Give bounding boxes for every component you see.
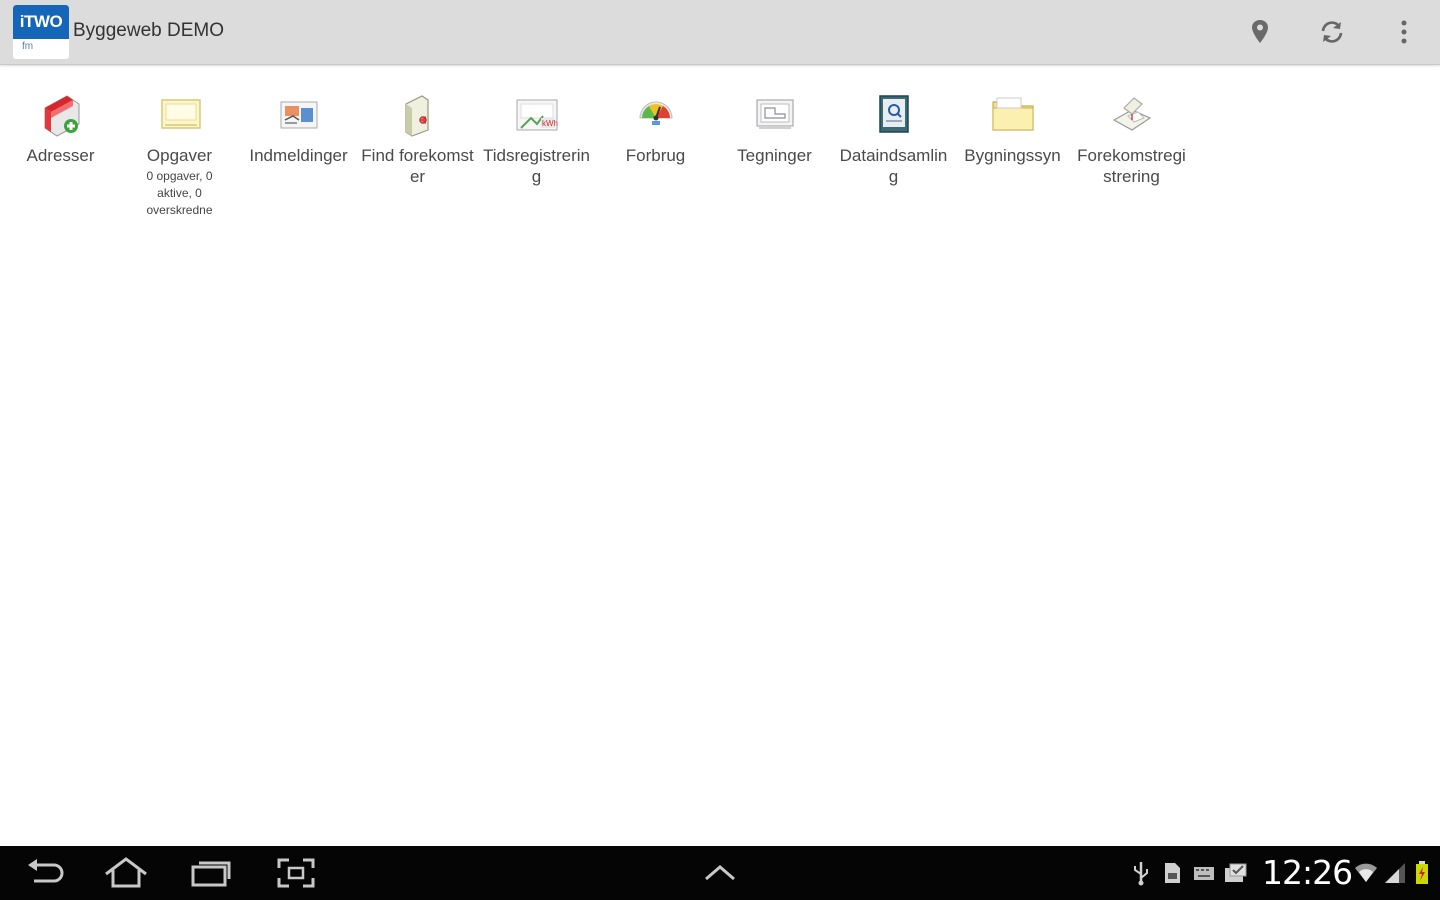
- signal-status: [1382, 860, 1408, 886]
- keyboard-icon: [1194, 867, 1214, 880]
- logo-sub-text: fm: [22, 41, 34, 52]
- home-button[interactable]: [101, 854, 151, 892]
- tile-label: Opgaver: [146, 146, 213, 165]
- usb-status: [1128, 860, 1154, 886]
- logo-brand-text: iTWO: [13, 5, 69, 39]
- tile-label: Bygningssyn: [964, 146, 1061, 165]
- app-title: Byggeweb DEMO: [73, 20, 225, 41]
- app-window: iTWO fm Byggeweb DEMO Adresser Opgaver 0…: [0, 0, 1440, 900]
- find-document-icon: [404, 95, 429, 137]
- tile-indmeldinger[interactable]: Indmeldinger: [239, 90, 358, 166]
- tile-tegninger[interactable]: Tegninger: [715, 90, 834, 166]
- reports-icon: [280, 101, 317, 129]
- recent-apps-button[interactable]: [186, 854, 236, 892]
- tile-label: Dataindsamling: [839, 146, 948, 186]
- tile-forekomstregistrering[interactable]: Forekomstregistrering: [1072, 90, 1191, 187]
- tile-forbrug[interactable]: Forbrug: [596, 90, 715, 166]
- app-logo[interactable]: iTWO fm: [13, 5, 69, 59]
- time-registration-icon: kWh: [516, 99, 558, 131]
- home-icon: [105, 857, 147, 888]
- tile-opgaver[interactable]: Opgaver 0 opgaver, 0 aktive, 0 overskred…: [120, 90, 239, 219]
- tile-label: Forbrug: [625, 146, 686, 165]
- tasks-icon: [160, 99, 201, 129]
- tile-label: Forekomstregistrering: [1077, 146, 1186, 186]
- refresh-icon: [1321, 21, 1343, 43]
- screenshot-icon: [277, 858, 315, 888]
- tile-label: Tidsregistrering: [482, 146, 591, 186]
- location-button[interactable]: [1240, 12, 1280, 52]
- overflow-menu-icon: [1401, 20, 1407, 44]
- drawings-icon: [755, 99, 794, 129]
- tile-label: Adresser: [26, 146, 95, 165]
- refresh-button[interactable]: [1312, 12, 1352, 52]
- expand-up-icon: [705, 865, 735, 881]
- back-icon: [28, 859, 64, 883]
- expand-up-button[interactable]: [695, 854, 745, 892]
- usb-icon: [1134, 862, 1148, 886]
- battery-icon: [1416, 861, 1428, 884]
- wifi-status: [1353, 860, 1379, 886]
- building-inspection-folder-icon: [991, 97, 1034, 131]
- location-pin-icon: [1252, 20, 1268, 43]
- address-book-icon: [44, 95, 79, 137]
- notification-status: [1222, 860, 1248, 886]
- tile-status-text: 0 opgaver, 0 aktive, 0 overskredne: [146, 169, 213, 217]
- system-bar: 12:26: [0, 846, 1440, 900]
- tile-adresser[interactable]: Adresser: [1, 90, 120, 166]
- tile-tidsregistrering[interactable]: kWh Tidsregistrering: [477, 90, 596, 187]
- recent-apps-icon: [191, 861, 231, 887]
- tile-label: Tegninger: [737, 146, 812, 165]
- keyboard-status: [1191, 860, 1217, 886]
- svg-text:kWh: kWh: [542, 119, 558, 128]
- tile-find-forekomster[interactable]: Find forekomster: [358, 90, 477, 187]
- screenshot-button[interactable]: [271, 854, 321, 892]
- sd-card-icon: [1165, 863, 1180, 883]
- notification-icon: [1225, 863, 1247, 882]
- tile-bygningssyn[interactable]: Bygningssyn: [953, 90, 1072, 166]
- battery-status: [1409, 860, 1435, 886]
- signal-icon: [1385, 863, 1405, 883]
- action-bar: iTWO fm Byggeweb DEMO: [0, 0, 1440, 65]
- tile-label: Find forekomster: [361, 146, 474, 186]
- data-collection-icon: [878, 95, 909, 133]
- overflow-menu-button[interactable]: [1384, 12, 1424, 52]
- occurrence-registration-icon: [1112, 97, 1151, 131]
- consumption-gauge-icon: [638, 101, 673, 125]
- sd-card-status: [1159, 860, 1185, 886]
- status-clock: 12:26: [1262, 853, 1353, 892]
- wifi-icon: [1355, 863, 1377, 882]
- tile-label: Indmeldinger: [249, 146, 348, 165]
- back-button[interactable]: [19, 854, 69, 892]
- tile-dataindsamling[interactable]: Dataindsamling: [834, 90, 953, 187]
